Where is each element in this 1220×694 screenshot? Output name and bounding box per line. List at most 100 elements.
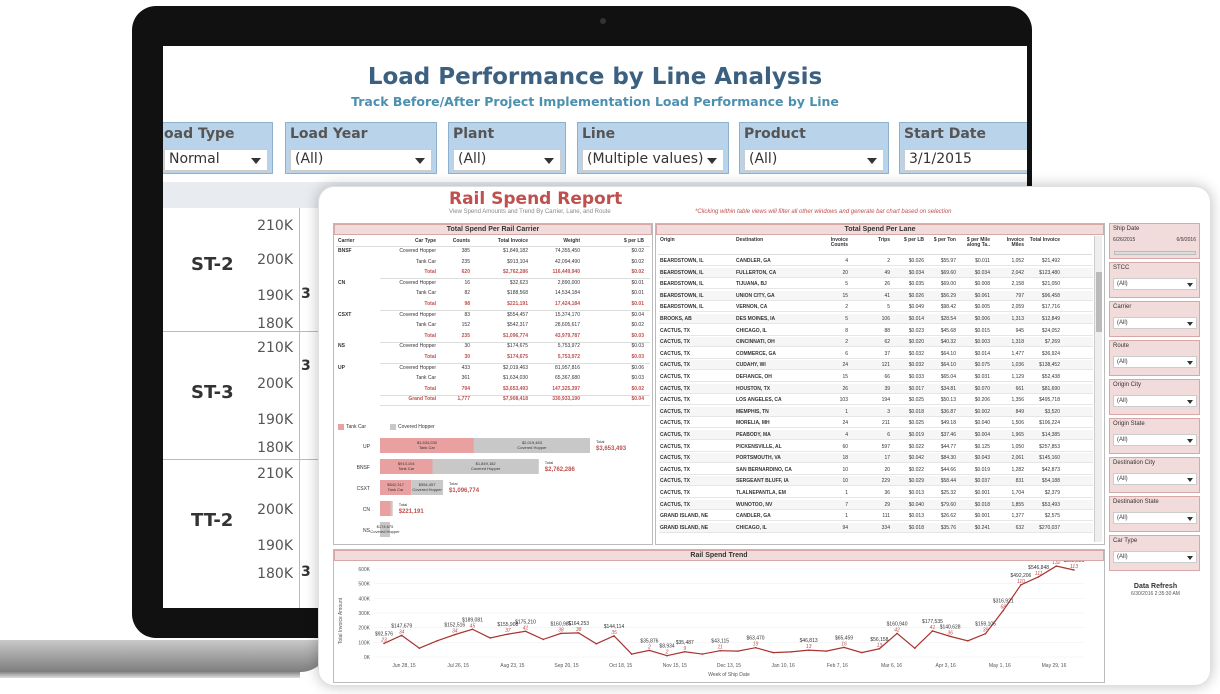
lane-row[interactable]: BEARDSTOWN, IL UNION CITY, GA 15 41 $0.026 $5… (659, 290, 1093, 301)
load-year-select[interactable]: (All) (290, 149, 432, 171)
filter-select[interactable]: (All) (1113, 473, 1197, 485)
filter-start-date[interactable]: Start Date 3/1/2015 (899, 122, 1027, 174)
lane-cell: 2,061 (1011, 455, 1024, 462)
line-select[interactable]: (Multiple values) (582, 149, 724, 171)
series-point (630, 653, 633, 655)
filter-origin-city[interactable]: Origin City (All) (1109, 379, 1200, 415)
lane-row[interactable]: CACTUS, TX CUDAHY, WI 24 121 $0.032 $64.10 $0.… (659, 360, 1093, 371)
lane-cell: 945 (1015, 327, 1024, 334)
filter-select[interactable]: (All) (1113, 512, 1197, 524)
filter-car-type[interactable]: Car Type (All) (1109, 535, 1200, 571)
lane-row[interactable]: CACTUS, TX DEFIANCE, OH 15 66 $0.033 $65.04 $0… (659, 372, 1093, 382)
lane-cell: 2,059 (1011, 304, 1024, 311)
lane-cell: $0.019 (974, 466, 990, 473)
lane-row[interactable]: CACTUS, TX TLALNEPANTLA, EM 1 36 $0.013 $25.3… (659, 488, 1093, 498)
lane-row[interactable]: BEARDSTOWN, IL CANDLER, GA 4 2 $0.026 $55.97 $… (659, 256, 1093, 266)
bar-total-caption: Total (449, 481, 458, 486)
lane-row[interactable]: BROOKS, AB DES MOINES, IA 5 106 $0.014 $28.54… (659, 314, 1093, 324)
filter-route[interactable]: Route (All) (1109, 340, 1200, 376)
product-select[interactable]: (All) (744, 149, 884, 171)
lane-row[interactable]: BEARDSTOWN, IL TIJUANA, BJ 5 26 $0.035 $69.00… (659, 279, 1093, 290)
filter-load-type[interactable]: oad Type Normal (163, 122, 273, 174)
filter-label: Start Date (904, 126, 986, 142)
filter-select[interactable]: (All) (1113, 395, 1197, 407)
lane-row[interactable]: GRAND ISLAND, NE CANDLER, GA 1 111 $0.013 $26… (659, 511, 1093, 522)
y-tick: 190K (257, 288, 293, 304)
lane-cell: BEARDSTOWN, IL (660, 292, 704, 299)
filter-select[interactable]: (All) (1113, 434, 1197, 446)
lane-cell: 1,282 (1011, 466, 1024, 473)
filter-line[interactable]: Line (Multiple values) (577, 122, 729, 174)
lane-col-header: Invoice Miles (1006, 237, 1024, 248)
lane-cell: $0.018 (974, 501, 990, 508)
lane-row[interactable]: CACTUS, TX COMMERCE, GA 6 37 $0.032 $64.10 $0.… (659, 349, 1093, 359)
lane-cell: $69.00 (940, 281, 956, 288)
lane-cell: $0.020 (908, 339, 924, 346)
bar-hopper-type: Covered Hopper (370, 529, 400, 534)
trend-panel: Rail Spend Trend 0K 100K 200K 300K 400K 500K 6… (333, 549, 1105, 683)
filter-select[interactable]: (All) (1113, 356, 1197, 368)
lane-row[interactable]: BEARDSTOWN, IL FULLERTON, CA 20 49 $0.034 $69… (659, 267, 1093, 278)
lane-row[interactable]: BEARDSTOWN, IL VERNON, CA 2 5 $0.049 $98.42 $0… (659, 302, 1093, 313)
carrier-bar-chart[interactable]: UP$1,634,030Tank Car$2,019,463Covered Ho… (334, 434, 652, 544)
lane-cell: $98.42 (940, 304, 956, 311)
filter-product[interactable]: Product (All) (739, 122, 889, 174)
date-from: 6/26/2015 (1113, 237, 1136, 243)
cell-weight: 5,753,972 (557, 354, 580, 360)
car-type: Tank Car (415, 322, 436, 329)
y-tick: 200K (257, 376, 293, 392)
filter-carrier[interactable]: Carrier (All) (1109, 301, 1200, 337)
y-tick: 180K (257, 566, 293, 582)
lane-cell: $0.040 (974, 420, 990, 427)
cell-invoice: $1,096,774 (502, 332, 528, 339)
lane-row[interactable]: CACTUS, TX PEABODY, MA 4 6 $0.019 $37.46 $0.00… (659, 430, 1093, 440)
cell-invoice: $542,317 (507, 322, 528, 329)
filter-load-year[interactable]: Load Year (All) (285, 122, 437, 174)
lane-row[interactable]: CACTUS, TX HOUSTON, TX 26 39 $0.017 $34.81 $0.… (659, 383, 1093, 394)
filter-destination-state[interactable]: Destination State (All) (1109, 496, 1200, 532)
lane-cell: 121 (881, 362, 890, 369)
lane-cell: 20 (842, 269, 848, 276)
filter-select[interactable]: (All) (1113, 278, 1197, 290)
lane-cell: 1,050 (1011, 443, 1024, 450)
filter-select[interactable]: (All) (1113, 317, 1197, 329)
filter-origin-state[interactable]: Origin State (All) (1109, 418, 1200, 454)
lane-row[interactable]: CACTUS, TX CHICAGO, IL 8 88 $0.023 $45.68 $0.0… (659, 326, 1093, 336)
lane-row[interactable]: CACTUS, TX SERGEANT BLUFF, IA 10 229 $0.029 $… (659, 476, 1093, 487)
filter-stcc[interactable]: STCC (All) (1109, 262, 1200, 298)
trend-line-chart[interactable]: 0K 100K 200K 300K 400K 500K 600K Total Invoice … (334, 561, 1104, 683)
cell-counts: 361 (461, 375, 470, 382)
lane-scrollbar[interactable] (1094, 236, 1102, 542)
lane-cell: $495,718 (1039, 397, 1060, 404)
point-count-label: 34 (399, 629, 405, 635)
filter-destination-city[interactable]: Destination City (All) (1109, 457, 1200, 493)
lane-row[interactable]: CACTUS, TX SAN BERNARDINO, CA 10 20 $0.022 $4… (659, 465, 1093, 475)
filter-plant[interactable]: Plant (All) (448, 122, 566, 174)
lane-row[interactable]: CACTUS, TX MORELIA, MH 24 211 $0.025 $49.18 $0… (659, 418, 1093, 429)
lane-row[interactable]: CACTUS, TX MEMPHIS, TN 1 3 $0.018 $36.87 $0.00… (659, 406, 1093, 417)
cell-counts: 794 (461, 385, 470, 392)
load-type-select[interactable]: Normal (164, 149, 268, 171)
lane-row[interactable]: GRAND ISLAND, NE CHICAGO, IL 94 334 $0.018 $3… (659, 522, 1093, 533)
lane-cell: CINCINNATI, OH (736, 339, 775, 346)
start-date-input[interactable]: 3/1/2015 (904, 149, 1027, 171)
scroll-thumb[interactable] (1096, 272, 1102, 332)
lane-cell: $257,853 (1039, 443, 1060, 450)
lane-row[interactable]: CACTUS, TX CINCINNATI, OH 2 62 $0.020 $40.32 $… (659, 337, 1093, 348)
plant-select[interactable]: (All) (453, 149, 561, 171)
lane-cell: TLALNEPANTLA, EM (736, 490, 786, 496)
lane-cell: CACTUS, TX (660, 408, 690, 415)
lane-cell: 1,318 (1011, 339, 1024, 346)
filter-select[interactable]: (All) (1113, 551, 1197, 563)
date-slider[interactable] (1114, 251, 1196, 255)
bar-total-caption: Total (596, 439, 605, 444)
lane-row[interactable]: CACTUS, TX WUNOTOO, NV 7 29 $0.040 $79.60 $0.0… (659, 499, 1093, 510)
lane-cell: 17 (884, 455, 890, 462)
lane-row[interactable]: CACTUS, TX PORTSMOUTH, VA 18 17 $0.042 $84.30… (659, 453, 1093, 464)
lane-row[interactable]: CACTUS, TX PICKENSVILLE, AL 60 597 $0.022 $44… (659, 442, 1093, 452)
filter-ship-date[interactable]: Ship Date 6/26/2015 6/9/2016 (1109, 223, 1200, 259)
lane-cell: PEABODY, MA (736, 432, 771, 438)
lane-row[interactable]: CACTUS, TX LOS ANGELES, CA 103 194 $0.025 $50… (659, 395, 1093, 406)
carrier-col-header: Car Type (414, 238, 436, 244)
car-type: Covered Hopper (399, 311, 436, 318)
